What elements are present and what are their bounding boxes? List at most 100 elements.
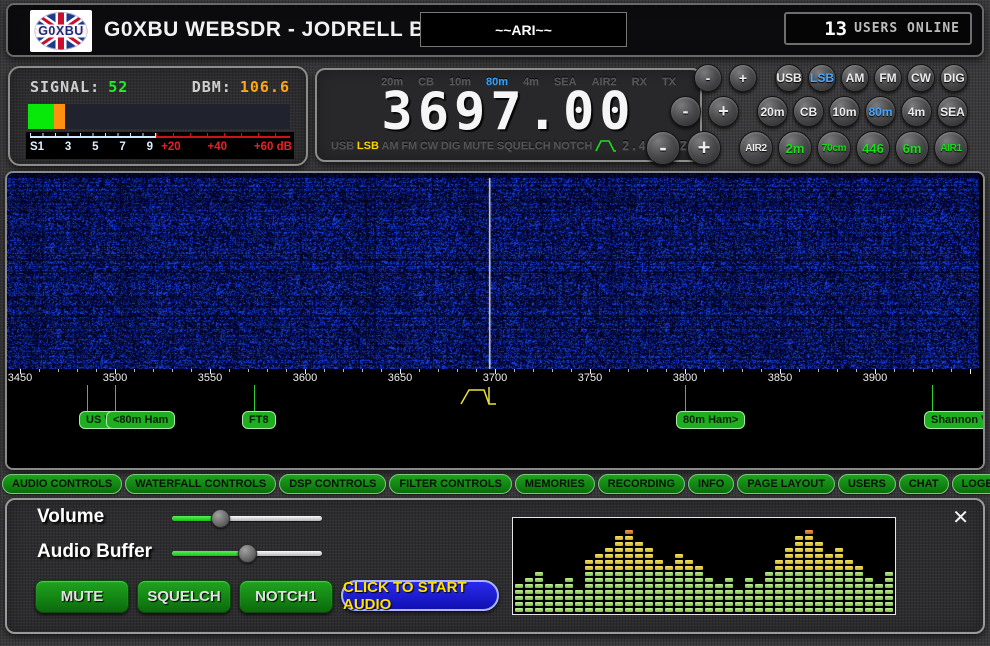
equalizer-cell bbox=[795, 566, 803, 570]
equalizer-cell bbox=[625, 584, 633, 588]
equalizer-column bbox=[735, 590, 743, 612]
tab-logbook[interactable]: LOGBOOK bbox=[952, 474, 990, 494]
freq-step-down-button[interactable]: - bbox=[670, 96, 701, 127]
equalizer-cell bbox=[855, 578, 863, 582]
equalizer-cell bbox=[615, 560, 623, 564]
tab-audio-controls[interactable]: AUDIO CONTROLS bbox=[2, 474, 122, 494]
tab-chat[interactable]: CHAT bbox=[899, 474, 949, 494]
button-dig[interactable]: DIG bbox=[940, 64, 968, 92]
button-20m[interactable]: 20m bbox=[757, 96, 788, 127]
button-6m[interactable]: 6m bbox=[895, 131, 929, 165]
equalizer-cell bbox=[585, 566, 593, 570]
tab-users[interactable]: USERS bbox=[838, 474, 896, 494]
marker-line bbox=[87, 385, 88, 412]
tab-page-layout[interactable]: PAGE LAYOUT bbox=[737, 474, 835, 494]
frequency-scale[interactable]: 3450350035503600365037003750380038503900 bbox=[7, 369, 983, 385]
equalizer-cell bbox=[855, 596, 863, 600]
audio-buffer-slider[interactable] bbox=[172, 544, 322, 563]
control-tabs: AUDIO CONTROLSWATERFALL CONTROLSDSP CONT… bbox=[2, 474, 990, 494]
button-cb[interactable]: CB bbox=[793, 96, 824, 127]
close-icon[interactable]: ✕ bbox=[952, 508, 969, 528]
equalizer-cell bbox=[815, 584, 823, 588]
equalizer-cell bbox=[625, 608, 633, 612]
tab-dsp-controls[interactable]: DSP CONTROLS bbox=[279, 474, 386, 494]
equalizer-cell bbox=[675, 590, 683, 594]
equalizer-cell bbox=[635, 596, 643, 600]
button-10m[interactable]: 10m bbox=[829, 96, 860, 127]
equalizer-cell bbox=[605, 572, 613, 576]
button-80m[interactable]: 80m bbox=[865, 96, 896, 127]
marker-label-80m-ham-[interactable]: 80m Ham> bbox=[676, 411, 745, 429]
audio-buffer-slider-thumb[interactable] bbox=[238, 544, 257, 563]
scale-tick bbox=[970, 369, 971, 374]
equalizer-column bbox=[615, 536, 623, 612]
equalizer-cell bbox=[625, 578, 633, 582]
equalizer-cell bbox=[565, 584, 573, 588]
marker-label-shannon-volmet[interactable]: Shannon Volmet bbox=[924, 411, 985, 429]
equalizer-column bbox=[825, 554, 833, 612]
freq-step-up-button[interactable]: + bbox=[687, 131, 721, 165]
squelch-button[interactable]: SQUELCH bbox=[137, 580, 231, 613]
start-audio-button[interactable]: CLICK TO START AUDIO bbox=[341, 580, 499, 611]
freq-step-up-button[interactable]: + bbox=[729, 64, 757, 92]
button-2m[interactable]: 2m bbox=[778, 131, 812, 165]
equalizer-cell bbox=[875, 584, 883, 588]
equalizer-cell bbox=[595, 602, 603, 606]
notch1-button[interactable]: NOTCH1 bbox=[239, 580, 333, 613]
button-cw[interactable]: CW bbox=[907, 64, 935, 92]
button-4m[interactable]: 4m bbox=[901, 96, 932, 127]
button-usb[interactable]: USB bbox=[775, 64, 803, 92]
equalizer-cell bbox=[795, 608, 803, 612]
scale-label: 3700 bbox=[483, 372, 507, 384]
mode-indicator-dig: DIG bbox=[441, 140, 461, 152]
button-446[interactable]: 446 bbox=[856, 131, 890, 165]
freq-step-down-button[interactable]: - bbox=[694, 64, 722, 92]
equalizer-column bbox=[645, 548, 653, 612]
equalizer-cell bbox=[795, 584, 803, 588]
freq-step-down-button[interactable]: - bbox=[646, 131, 680, 165]
equalizer-cell bbox=[715, 584, 723, 588]
equalizer-cell bbox=[745, 608, 753, 612]
volume-slider-thumb[interactable] bbox=[211, 509, 230, 528]
button-lsb[interactable]: LSB bbox=[808, 64, 836, 92]
volume-slider[interactable] bbox=[172, 509, 322, 528]
marker-label--80m-ham[interactable]: <80m Ham bbox=[106, 411, 175, 429]
equalizer-cell bbox=[595, 560, 603, 564]
button-am[interactable]: AM bbox=[841, 64, 869, 92]
equalizer-cell bbox=[615, 596, 623, 600]
mute-button[interactable]: MUTE bbox=[35, 580, 129, 613]
freq-step-up-button[interactable]: + bbox=[708, 96, 739, 127]
tab-filter-controls[interactable]: FILTER CONTROLS bbox=[389, 474, 511, 494]
equalizer-cell bbox=[595, 596, 603, 600]
equalizer-cell bbox=[835, 602, 843, 606]
button-air1[interactable]: AIR1 bbox=[934, 131, 968, 165]
waterfall-display[interactable] bbox=[7, 173, 979, 369]
equalizer-cell bbox=[535, 584, 543, 588]
equalizer-cell bbox=[625, 530, 633, 534]
equalizer-cell bbox=[815, 608, 823, 612]
equalizer-cell bbox=[795, 560, 803, 564]
equalizer-cell bbox=[815, 566, 823, 570]
equalizer-cell bbox=[525, 578, 533, 582]
button-fm[interactable]: FM bbox=[874, 64, 902, 92]
tab-waterfall-controls[interactable]: WATERFALL CONTROLS bbox=[125, 474, 276, 494]
equalizer-cell bbox=[825, 560, 833, 564]
equalizer-cell bbox=[695, 584, 703, 588]
equalizer-cell bbox=[535, 572, 543, 576]
equalizer-cell bbox=[785, 548, 793, 552]
equalizer-cell bbox=[695, 572, 703, 576]
s-meter-label: S1 bbox=[30, 141, 44, 153]
equalizer-cell bbox=[645, 572, 653, 576]
equalizer-cell bbox=[835, 584, 843, 588]
button-air2[interactable]: AIR2 bbox=[739, 131, 773, 165]
marker-label-ft8[interactable]: FT8 bbox=[242, 411, 276, 429]
button-70cm[interactable]: 70cm bbox=[817, 131, 851, 165]
equalizer-cell bbox=[825, 596, 833, 600]
equalizer-column bbox=[785, 548, 793, 612]
equalizer-cell bbox=[645, 578, 653, 582]
tab-recording[interactable]: RECORDING bbox=[598, 474, 685, 494]
tab-info[interactable]: INFO bbox=[688, 474, 734, 494]
equalizer-column bbox=[845, 560, 853, 612]
button-sea[interactable]: SEA bbox=[937, 96, 968, 127]
tab-memories[interactable]: MEMORIES bbox=[515, 474, 595, 494]
